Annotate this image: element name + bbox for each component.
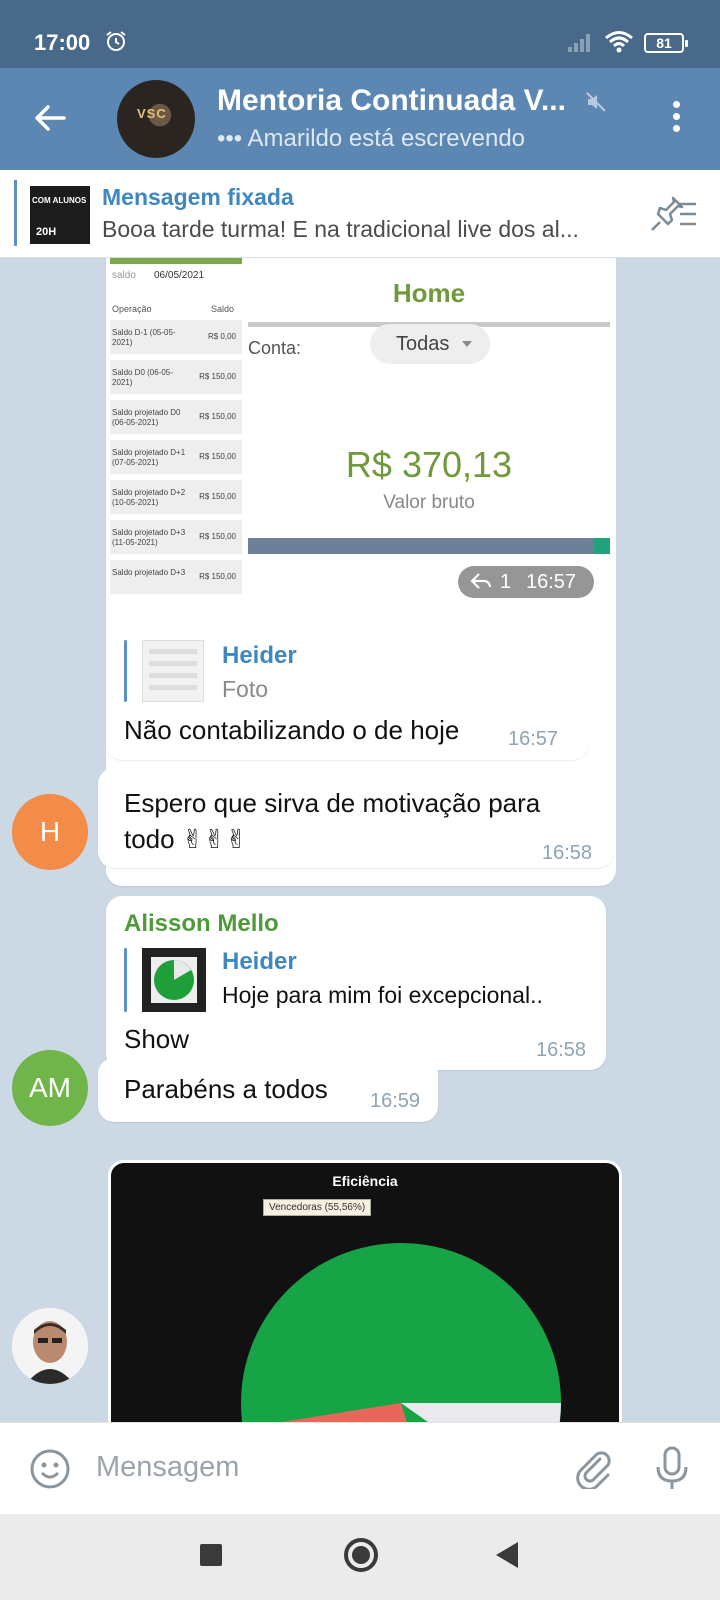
balance-row-value: R$ 150,00: [199, 372, 236, 381]
balance-row-value: R$ 150,00: [199, 412, 236, 421]
message-text-line: Espero que sirva de motivação para: [124, 788, 541, 818]
balance-row: Saldo projetado D+1 (07-05-2021) R$ 150,0…: [110, 440, 242, 474]
balance-row-label: Saldo projetado D+3 (11-05-2021): [112, 528, 186, 547]
pinned-title: Mensagem fixada: [102, 184, 294, 210]
alarm-icon: [104, 29, 128, 58]
balance-row-label: Saldo projetado D+3: [112, 568, 186, 577]
pinned-thumb-text: COM ALUNOS: [32, 196, 87, 205]
reply-arrow-icon: [470, 571, 492, 597]
image-meta-pill[interactable]: 1 16:57: [458, 566, 594, 598]
group-avatar-logo: VSC: [137, 106, 167, 121]
mute-icon: [584, 90, 608, 119]
pin-list-icon[interactable]: [648, 194, 700, 239]
message-time: 16:59: [370, 1090, 421, 1112]
status-bar: 17:00 81: [0, 0, 720, 68]
balance-row: Saldo D-1 (05-05-2021) R$ 0,00: [110, 320, 242, 354]
reply-message[interactable]: Alisson Mello Heider Hoje para mim foi e…: [106, 896, 606, 1070]
quote-bar: [124, 948, 127, 1012]
balance-row-label: Saldo projetado D0 (06-05-2021): [112, 408, 181, 427]
group-avatar[interactable]: VSC: [117, 80, 195, 158]
quote-preview: Foto: [222, 676, 269, 702]
balance-row-label: Saldo projetado D+2 (10-05-2021): [112, 488, 186, 507]
balance-row: Saldo projetado D+3 (11-05-2021) R$ 150,0…: [110, 520, 242, 554]
paperclip-icon[interactable]: [570, 1445, 614, 1494]
balance-row-label: Saldo D-1 (05-05-2021): [112, 328, 176, 347]
gross-amount: R$ 370,13: [345, 444, 513, 485]
microphone-icon[interactable]: [650, 1445, 694, 1498]
quote-author: Heider: [222, 948, 297, 975]
screenshot-green-bar: [110, 258, 242, 264]
quote-thumbnail: [142, 948, 206, 1012]
message-time: 16:58: [536, 1039, 587, 1061]
gross-amount-label: Valor bruto: [383, 492, 475, 513]
screenshot-date: 06/05/2021: [154, 270, 205, 281]
message-time: 16:57: [508, 728, 559, 750]
recent-apps-button[interactable]: [200, 1544, 222, 1566]
screenshot-date-label: saldo: [112, 270, 136, 281]
chart-image-pie: [241, 1243, 561, 1422]
reply-message[interactable]: Heider Foto Não contabilizando o de hoje…: [106, 622, 588, 760]
quote-bar: [124, 640, 127, 702]
message-text: Não contabilizando o de hoje: [124, 715, 460, 745]
message-time: 16:58: [542, 842, 593, 864]
pinned-thumbnail: COM ALUNOS 20H: [30, 186, 90, 244]
reply-count: 1: [500, 571, 512, 593]
battery-icon: 81: [644, 33, 688, 53]
status-time: 17:00: [34, 30, 91, 55]
message-text-line: todo ✌✌✌: [124, 824, 248, 854]
account-select: Todas: [370, 324, 490, 364]
chat-area[interactable]: saldo 06/05/2021 Operação Saldo Saldo D-…: [0, 258, 720, 1422]
sender-name: Alisson Mello: [124, 910, 279, 937]
balance-row-label: Saldo D0 (06-05-2021): [112, 368, 173, 387]
balance-row-label: Saldo projetado D+1 (07-05-2021): [112, 448, 186, 467]
home-title: Home: [392, 278, 466, 308]
avatar[interactable]: H: [12, 794, 88, 870]
balance-row-value: R$ 150,00: [199, 572, 236, 581]
pinned-text: Booa tarde turma! E na tradicional live …: [102, 216, 579, 242]
pinned-accent-bar: [14, 180, 17, 246]
balance-row: Saldo projetado D+3 R$ 150,00: [110, 560, 242, 594]
chat-header: VSC Mentoria Continuada V... ••• Amarild…: [0, 68, 720, 170]
avatar[interactable]: [12, 1308, 88, 1384]
balance-row: Saldo projetado D+2 (10-05-2021) R$ 150,0…: [110, 480, 242, 514]
message-input[interactable]: Mensagem: [96, 1451, 239, 1484]
quote-preview: Hoje para mim foi excepcional..: [222, 982, 543, 1008]
home-button[interactable]: [344, 1538, 378, 1572]
account-label: Conta:: [248, 338, 302, 358]
back-arrow-icon[interactable]: [30, 98, 70, 138]
balance-row-value: R$ 0,00: [207, 332, 236, 341]
image-message[interactable]: Eficiência Vencedoras (55,56%): [108, 1160, 622, 1422]
message-input-bar: Mensagem: [0, 1422, 720, 1514]
balance-row-value: R$ 150,00: [199, 532, 236, 541]
balance-row: Saldo projetado D0 (06-05-2021) R$ 150,00: [110, 400, 242, 434]
quote-thumbnail: [142, 640, 204, 702]
message-text: Show: [124, 1024, 190, 1054]
typing-status: ••• Amarildo está escrevendo: [217, 125, 526, 152]
quote-author: Heider: [222, 642, 297, 669]
balance-row: Saldo D0 (06-05-2021) R$ 150,00: [110, 360, 242, 394]
wifi-icon: [604, 30, 634, 59]
pinned-thumb-time: 20H: [36, 226, 57, 238]
message-text: Parabéns a todos: [124, 1074, 328, 1104]
avatar[interactable]: AM: [12, 1050, 88, 1126]
col-balance: Saldo: [210, 304, 234, 314]
home-bottom-bar: [248, 538, 610, 554]
more-options-icon[interactable]: [664, 98, 688, 138]
balance-row-value: R$ 150,00: [199, 452, 236, 461]
system-nav-bar: [0, 1514, 720, 1600]
text-message[interactable]: Espero que sirva de motivação para todo …: [98, 768, 614, 868]
balance-row-value: R$ 150,00: [199, 492, 236, 501]
col-operation: Operação: [112, 304, 152, 314]
emoji-icon[interactable]: [28, 1447, 72, 1496]
signal-icon: [568, 32, 594, 57]
message-time: 16:57: [526, 571, 577, 593]
chat-title[interactable]: Mentoria Continuada V...: [217, 84, 566, 118]
back-button[interactable]: [496, 1542, 518, 1568]
pinned-message-bar[interactable]: COM ALUNOS 20H Mensagem fixada Booa tard…: [0, 170, 720, 258]
text-message[interactable]: Parabéns a todos 16:59: [98, 1058, 438, 1122]
